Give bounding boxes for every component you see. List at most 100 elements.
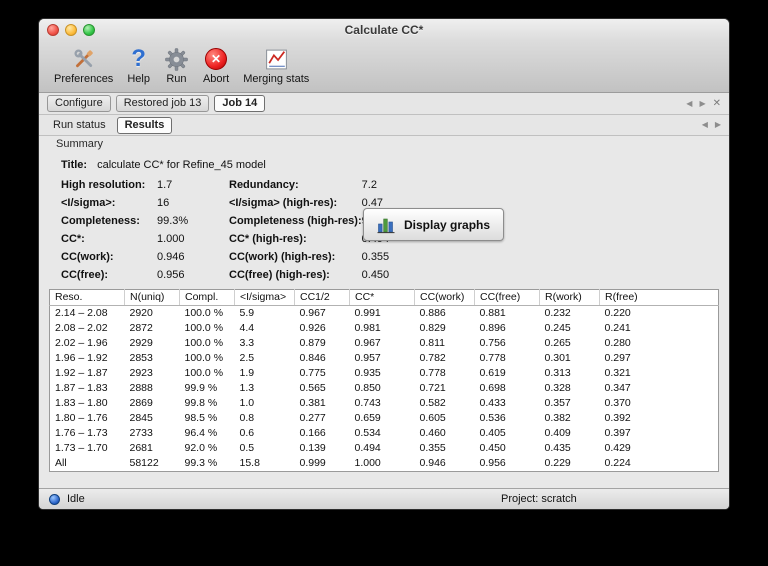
table-cell: 1.73 – 1.70: [55, 442, 108, 454]
column-header[interactable]: CC(work): [414, 289, 475, 306]
table-cell: 0.382: [544, 412, 571, 424]
table-cell: 2869: [129, 397, 153, 409]
table-cell: 0.370: [604, 397, 631, 409]
tab-restored-job-13[interactable]: Restored job 13: [115, 95, 210, 112]
table-cell: 1.3: [239, 382, 255, 394]
table-cell: 0.743: [354, 397, 381, 409]
column-header[interactable]: CC*: [349, 289, 415, 306]
window-title: Calculate CC*: [344, 23, 424, 37]
table-row[interactable]: 1.80 – 1.76 2845 98.5 % 0.8 0.277 0.659 0.605 0…: [50, 411, 719, 426]
summary-field-label: CC* (high-res):: [229, 233, 307, 245]
title-bar[interactable]: Calculate CC*: [39, 19, 729, 41]
column-header[interactable]: Compl.: [179, 289, 235, 306]
column-header[interactable]: <I/sigma>: [234, 289, 295, 306]
table-cell: 99.9 %: [184, 382, 218, 394]
table-row[interactable]: 2.02 – 1.96 2929 100.0 % 3.3 0.879 0.967 0.811…: [50, 336, 719, 351]
abort-button[interactable]: ✕ Abort: [196, 44, 236, 85]
merging-stats-icon: [264, 44, 289, 74]
table-cell: 1.000: [354, 457, 381, 469]
table-cell: 100.0 %: [184, 352, 224, 364]
column-header[interactable]: CC(free): [474, 289, 540, 306]
table-cell: 0.409: [544, 427, 571, 439]
table-cell: 0.166: [299, 427, 326, 439]
table-cell: All: [55, 457, 67, 469]
tab-results[interactable]: Results: [116, 116, 173, 134]
column-header[interactable]: CC1/2: [294, 289, 350, 306]
tab-run-status[interactable]: Run status: [47, 118, 112, 133]
table-cell: 2872: [129, 322, 153, 334]
display-graphs-button[interactable]: Display graphs: [363, 208, 505, 241]
table-cell: 0.6: [239, 427, 255, 439]
summary-title-row: Title: calculate CC* for Refine_45 model: [49, 159, 719, 171]
summary-field-value: 0.946: [157, 251, 185, 263]
table-row[interactable]: 2.14 – 2.08 2920 100.0 % 5.9 0.967 0.991 0.886…: [50, 306, 719, 322]
view-tab-bar: Run status Results ◀ ▶: [39, 115, 729, 136]
table-row[interactable]: 2.08 – 2.02 2872 100.0 % 4.4 0.926 0.981 0.829…: [50, 321, 719, 336]
table-cell: 0.582: [419, 397, 446, 409]
table-cell: 0.241: [604, 322, 631, 334]
column-header[interactable]: R(free): [599, 289, 719, 306]
table-cell: 100.0 %: [184, 322, 224, 334]
toolbar-item-label: Run: [166, 73, 187, 85]
toolbar-item-label: Preferences: [54, 73, 114, 85]
table-row[interactable]: 1.92 – 1.87 2923 100.0 % 1.9 0.775 0.935 0.778…: [50, 366, 719, 381]
view-tab-nav-controls: ◀ ▶: [702, 120, 721, 130]
column-header[interactable]: N(uniq): [124, 289, 180, 306]
abort-icon: ✕: [205, 44, 228, 74]
table-cell: 0.619: [479, 367, 506, 379]
table-cell: 0.450: [479, 442, 506, 454]
tab-scroll-right-button[interactable]: ▶: [699, 99, 705, 109]
zoom-button[interactable]: [83, 24, 95, 36]
view-tab-scroll-left-button[interactable]: ◀: [702, 120, 708, 130]
table-cell: 0.321: [604, 367, 631, 379]
view-tab-scroll-right-button[interactable]: ▶: [715, 120, 721, 130]
table-cell: 0.886: [419, 307, 446, 319]
minimize-button[interactable]: [65, 24, 77, 36]
status-indicator-icon: [49, 493, 60, 505]
table-cell: 0.775: [299, 367, 326, 379]
close-button[interactable]: [47, 24, 59, 36]
table-row[interactable]: 1.96 – 1.92 2853 100.0 % 2.5 0.846 0.957 0.782…: [50, 351, 719, 366]
table-cell: 0.313: [544, 367, 571, 379]
merging-stats-button[interactable]: Merging stats: [236, 44, 316, 85]
table-cell: 2.14 – 2.08: [55, 307, 108, 319]
summary-field-label: CC*:: [61, 233, 85, 245]
table-row[interactable]: 1.87 – 1.83 2888 99.9 % 1.3 0.565 0.850 0.721 0…: [50, 381, 719, 396]
table-cell: 0.435: [544, 442, 571, 454]
table-cell: 100.0 %: [184, 367, 224, 379]
help-button[interactable]: ? Help: [120, 44, 157, 86]
column-header[interactable]: R(work): [539, 289, 600, 306]
tab-scroll-left-button[interactable]: ◀: [686, 99, 692, 109]
table-cell: 0.956: [479, 457, 506, 469]
summary-field-value: 0.355: [361, 251, 390, 263]
preferences-button[interactable]: Preferences: [47, 44, 120, 85]
project-label: Project: scratch: [501, 493, 577, 505]
desktop-background: Calculate CC* Preferences ? Help Run ✕ A…: [0, 0, 768, 566]
table-row[interactable]: 1.83 – 1.80 2869 99.8 % 1.0 0.381 0.743 0.582 0…: [50, 396, 719, 411]
table-cell: 0.999: [299, 457, 326, 469]
tab-close-button[interactable]: ✕: [713, 98, 721, 109]
table-cell: 0.405: [479, 427, 506, 439]
summary-field-label: CC(work) (high-res):: [229, 251, 336, 263]
table-cell: 0.778: [479, 352, 506, 364]
table-row[interactable]: 1.73 – 1.70 2681 92.0 % 0.5 0.139 0.494 0.355 0…: [50, 441, 719, 456]
tab-job-14[interactable]: Job 14: [214, 95, 266, 112]
table-cell: 98.5 %: [184, 412, 218, 424]
results-table: Reso. N(uniq) Compl. <I/sigma> CC1/2 CC* CC(wo…: [49, 289, 719, 472]
run-button[interactable]: Run: [157, 44, 196, 85]
table-cell: 0.991: [354, 307, 381, 319]
table-cell: 0.957: [354, 352, 381, 364]
table-row[interactable]: All 58122 99.3 % 15.8 0.999 1.000 0.946 0.956 0.…: [50, 456, 719, 472]
summary-field-label: CC(free):: [61, 269, 109, 281]
results-table-header-row: Reso. N(uniq) Compl. <I/sigma> CC1/2 CC* CC(wo…: [49, 289, 719, 306]
table-cell: 0.967: [354, 337, 381, 349]
table-cell: 0.347: [604, 382, 631, 394]
table-cell: 1.76 – 1.73: [55, 427, 108, 439]
summary-field-label: High resolution:: [61, 179, 146, 191]
table-row[interactable]: 1.76 – 1.73 2733 96.4 % 0.6 0.166 0.534 0.460 0…: [50, 426, 719, 441]
table-cell: 1.0: [239, 397, 255, 409]
column-header[interactable]: Reso.: [49, 289, 125, 306]
table-cell: 2681: [129, 442, 153, 454]
tab-configure[interactable]: Configure: [47, 95, 111, 112]
table-cell: 0.850: [354, 382, 381, 394]
